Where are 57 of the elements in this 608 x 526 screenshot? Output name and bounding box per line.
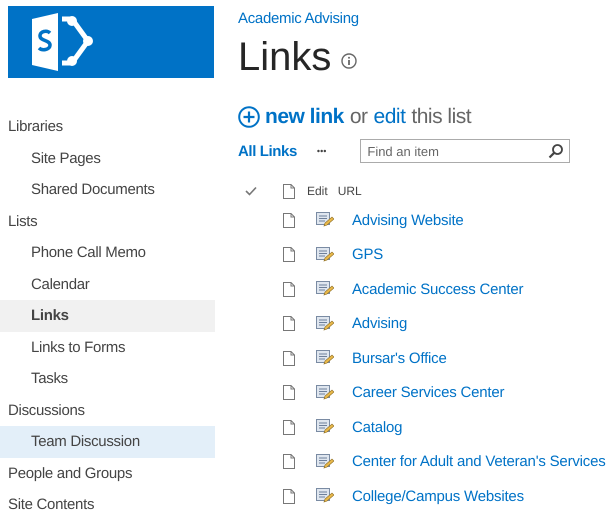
nav-heading[interactable]: Site Contents xyxy=(0,489,215,520)
url-link[interactable]: Academic Success Center xyxy=(352,280,524,298)
edit-icon[interactable] xyxy=(316,454,334,470)
search-icon[interactable] xyxy=(548,143,564,159)
document-icon xyxy=(283,488,295,504)
nav-heading[interactable]: Lists xyxy=(0,206,215,237)
url-link[interactable]: Bursar's Office xyxy=(352,350,447,367)
new-link-button[interactable]: new link xyxy=(238,105,344,129)
document-icon xyxy=(283,247,295,262)
document-icon xyxy=(283,420,295,435)
nav-link[interactable]: Links xyxy=(0,300,215,332)
edit-icon[interactable] xyxy=(316,419,334,436)
more-button[interactable]: ••• xyxy=(316,146,326,156)
site-title[interactable]: Academic Advising xyxy=(238,10,359,27)
or-text: or xyxy=(350,105,368,129)
document-icon xyxy=(283,316,295,332)
edit-icon[interactable] xyxy=(316,488,334,504)
nav-link[interactable]: Team Discussion xyxy=(0,426,215,458)
column-header[interactable]: URL xyxy=(338,184,362,198)
nav-link[interactable]: Tasks xyxy=(0,363,215,394)
plus-circle-icon xyxy=(238,106,260,128)
search-field[interactable]: Find an item xyxy=(360,139,570,163)
view-tab[interactable]: All Links xyxy=(238,142,297,160)
site-logo[interactable] xyxy=(8,6,214,78)
column-header: Edit xyxy=(307,184,328,198)
edit-icon[interactable] xyxy=(316,384,334,401)
url-link[interactable]: Catalog xyxy=(352,418,402,436)
edit-icon[interactable] xyxy=(316,350,334,366)
page-title: Links xyxy=(238,34,332,81)
edit-link[interactable]: edit xyxy=(374,105,406,129)
url-link[interactable]: Center for Adult and Veteran's Services xyxy=(352,453,606,470)
this-list-text: this list xyxy=(411,105,472,129)
nav-heading[interactable]: Libraries xyxy=(0,111,215,142)
edit-icon[interactable] xyxy=(316,316,334,332)
nav-heading[interactable]: People and Groups xyxy=(0,458,215,489)
url-link[interactable]: GPS xyxy=(352,246,384,264)
url-link[interactable]: Career Services Center xyxy=(352,384,504,402)
edit-icon[interactable] xyxy=(316,281,334,298)
document-icon xyxy=(283,212,295,228)
edit-icon[interactable] xyxy=(316,212,334,228)
document-icon xyxy=(283,454,295,470)
info-icon[interactable] xyxy=(341,53,358,69)
nav-link[interactable]: Shared Documents xyxy=(0,174,215,206)
url-link[interactable]: College/Campus Websites xyxy=(352,488,524,505)
url-link[interactable]: Advising Website xyxy=(352,212,464,229)
nav-link[interactable]: Calendar xyxy=(0,268,215,300)
checkmark-icon[interactable] xyxy=(245,186,257,196)
nav-link[interactable]: Site Pages xyxy=(0,142,215,174)
document-icon xyxy=(283,282,295,297)
document-icon xyxy=(283,385,295,400)
nav-link[interactable]: Links to Forms xyxy=(0,332,215,363)
nav-heading[interactable]: Discussions xyxy=(0,394,215,426)
edit-icon[interactable] xyxy=(316,246,334,263)
document-icon xyxy=(283,184,295,198)
document-icon xyxy=(283,350,295,366)
nav-link[interactable]: Phone Call Memo xyxy=(0,237,215,268)
url-link[interactable]: Advising xyxy=(352,315,408,332)
